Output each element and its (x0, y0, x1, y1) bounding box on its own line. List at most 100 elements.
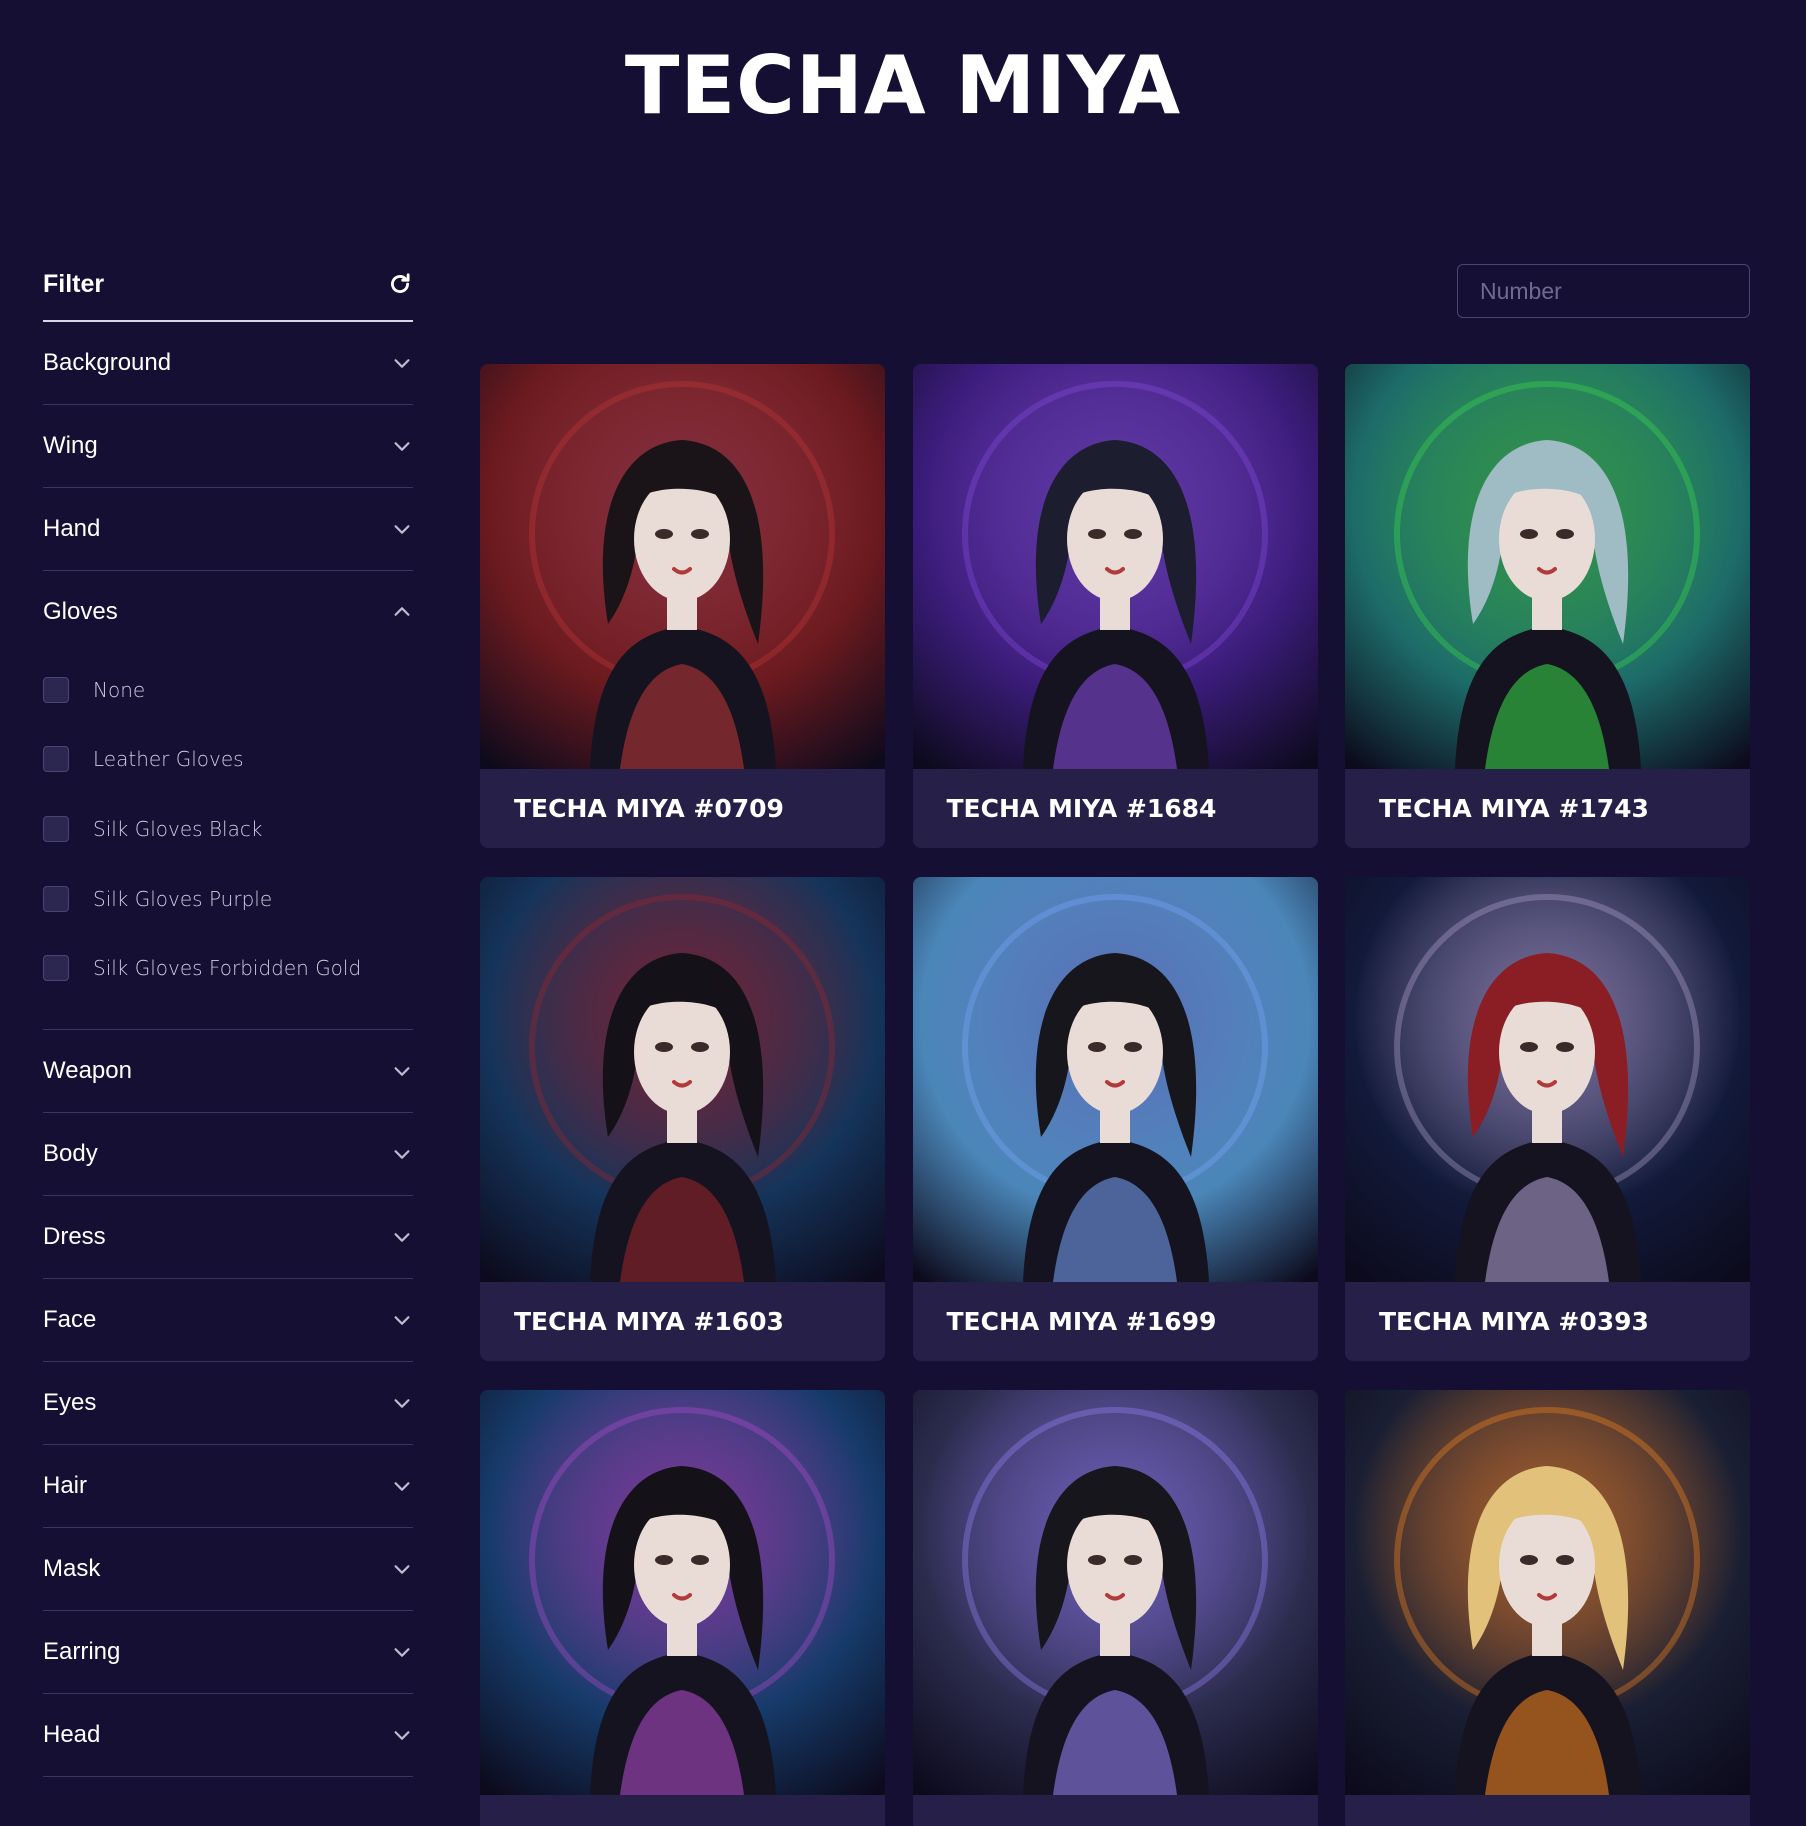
nft-image[interactable] (912, 877, 1318, 1282)
chevron-up-icon (391, 601, 413, 623)
nft-title: TECHA MIYA #1684 (946, 794, 1217, 823)
filter-section-toggle[interactable]: Head (43, 1694, 413, 1776)
filter-sidebar: Filter Background Wing Hand Gloves None Leath… (43, 256, 413, 1777)
filter-section-label: Weapon (43, 1056, 132, 1084)
filter-option[interactable]: None (43, 655, 413, 725)
filter-section-dress: Dress (43, 1196, 413, 1279)
filter-section-toggle[interactable]: Background (43, 322, 413, 404)
filter-section-label: Gloves (43, 598, 118, 625)
filter-option-label: Silk Gloves Forbidden Gold (93, 956, 362, 981)
chevron-down-icon (391, 1641, 413, 1663)
nft-title (480, 1795, 885, 1826)
nft-grid: TECHA MIYA #0709 TECHA MIYA #1684 TECHA MI… (480, 364, 1750, 1826)
filter-section-toggle[interactable]: Earring (43, 1611, 413, 1693)
filter-section-face: Face (43, 1279, 413, 1362)
nft-image[interactable] (1345, 1390, 1750, 1795)
filter-section-body: Body (43, 1113, 413, 1196)
nft-image[interactable] (912, 364, 1318, 769)
chevron-down-icon (391, 1475, 413, 1497)
filter-section-toggle[interactable]: Hand (43, 488, 413, 570)
nft-title: TECHA MIYA #1603 (514, 1307, 784, 1336)
nft-card[interactable] (1345, 1390, 1750, 1826)
filter-section-toggle[interactable]: Weapon (43, 1030, 413, 1112)
nft-card[interactable]: TECHA MIYA #0393 (1345, 877, 1750, 1361)
nft-title: TECHA MIYA #1743 (1379, 794, 1649, 823)
filter-section-toggle[interactable]: Wing (43, 405, 413, 487)
filter-option[interactable]: Silk Gloves Black (43, 794, 413, 864)
filter-section-label: Hand (43, 515, 101, 542)
chevron-down-icon (391, 352, 413, 374)
filter-checkbox[interactable] (43, 676, 69, 703)
filter-section-label: Background (43, 349, 172, 376)
filter-section-wing: Wing (43, 405, 413, 488)
chevron-down-icon (391, 435, 413, 457)
chevron-down-icon (391, 1060, 413, 1082)
filter-header: Filter (43, 256, 413, 322)
nft-title: TECHA MIYA #0393 (1379, 1307, 1649, 1336)
filter-checkbox[interactable] (43, 885, 69, 912)
filter-section-label: Face (43, 1305, 97, 1333)
filter-section-earring: Earring (43, 1611, 413, 1694)
filter-checkbox[interactable] (43, 815, 69, 842)
nft-image[interactable] (480, 877, 885, 1282)
filter-option-label: None (93, 677, 146, 702)
filter-section-label: Eyes (43, 1388, 97, 1416)
nft-image[interactable] (912, 1390, 1318, 1795)
nft-card[interactable]: TECHA MIYA #1684 (912, 364, 1318, 848)
nft-card[interactable]: TECHA MIYA #1699 (912, 877, 1318, 1361)
filter-option-label: Silk Gloves Black (93, 816, 263, 841)
filter-section-toggle[interactable]: Mask (43, 1528, 413, 1610)
filter-section-label: Earring (43, 1637, 121, 1665)
filter-section-hand: Hand (43, 488, 413, 571)
filter-section-label: Body (43, 1139, 98, 1167)
filter-option[interactable]: Silk Gloves Forbidden Gold (43, 933, 413, 1003)
chevron-down-icon (391, 1558, 413, 1580)
nft-image[interactable] (480, 1390, 885, 1795)
filter-section-label: Mask (43, 1554, 101, 1582)
chevron-down-icon (391, 1226, 413, 1248)
filter-section-toggle[interactable]: Body (43, 1113, 413, 1195)
filter-option-label: Silk Gloves Purple (93, 886, 273, 911)
filter-section-label: Head (43, 1720, 101, 1748)
filter-section-weapon: Weapon (43, 1030, 413, 1113)
nft-image[interactable] (1345, 877, 1750, 1282)
nft-image[interactable] (480, 364, 885, 769)
nft-card[interactable]: TECHA MIYA #1743 (1345, 364, 1750, 848)
nft-card[interactable]: TECHA MIYA #0709 (480, 364, 885, 848)
filter-title: Filter (43, 269, 105, 298)
nft-image[interactable] (1345, 364, 1750, 769)
chevron-down-icon (391, 1309, 413, 1331)
nft-title: TECHA MIYA #1699 (946, 1307, 1217, 1336)
nft-card[interactable] (480, 1390, 885, 1826)
filter-option[interactable]: Silk Gloves Purple (43, 864, 413, 934)
nft-title: TECHA MIYA #0709 (514, 794, 784, 823)
nft-title (1345, 1795, 1750, 1826)
filter-section-toggle[interactable]: Gloves (43, 571, 413, 653)
nft-card[interactable] (912, 1390, 1318, 1826)
nft-card[interactable]: TECHA MIYA #1603 (480, 877, 885, 1361)
filter-checkbox[interactable] (43, 955, 69, 982)
filter-section-background: Background (43, 322, 413, 405)
filter-section-eyes: Eyes (43, 1362, 413, 1445)
nft-title (913, 1795, 1318, 1826)
filter-sections: Background Wing Hand Gloves None Leather Glov… (43, 322, 413, 1777)
filter-section-label: Wing (43, 432, 98, 459)
filter-option[interactable]: Leather Gloves (43, 725, 413, 795)
chevron-down-icon (391, 1392, 413, 1414)
filter-section-hair: Hair (43, 1445, 413, 1528)
filter-section-toggle[interactable]: Eyes (43, 1362, 413, 1444)
search-input[interactable] (1458, 276, 1778, 306)
filter-section-gloves: Gloves None Leather Gloves Silk Gloves Blac… (43, 571, 413, 1030)
filter-section-label: Hair (43, 1471, 88, 1499)
refresh-icon[interactable] (387, 271, 413, 297)
filter-section-mask: Mask (43, 1528, 413, 1611)
chevron-down-icon (391, 1143, 413, 1165)
page-title: TECHA MIYA (624, 39, 1182, 132)
filter-section-toggle[interactable]: Dress (43, 1196, 413, 1278)
filter-section-toggle[interactable]: Face (43, 1279, 413, 1361)
filter-section-toggle[interactable]: Hair (43, 1445, 413, 1527)
filter-section-head: Head (43, 1694, 413, 1777)
filter-options: None Leather Gloves Silk Gloves Black Silk … (43, 653, 413, 1029)
search-box (1457, 264, 1778, 318)
filter-checkbox[interactable] (43, 746, 69, 773)
